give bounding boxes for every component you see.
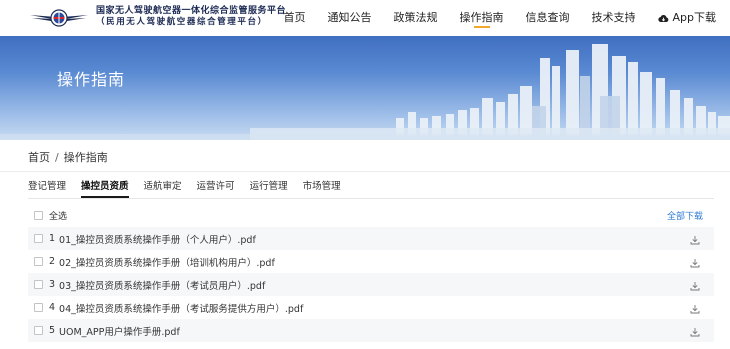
caac-logo-icon[interactable] [28,6,90,30]
file-number: 5 [49,325,56,336]
platform-title-line1: 国家无人驾驶航空器一体化综合监管服务平台 [96,6,287,16]
tabs-divider [28,198,714,199]
tab-market-management[interactable]: 市场管理 [303,180,341,198]
download-icon[interactable] [690,235,700,245]
nav-guide[interactable]: 操作指南 [460,0,504,36]
file-name[interactable]: 03_操控员资质系统操作手册（考试员用户）.pdf [59,278,265,292]
nav-notices[interactable]: 通知公告 [328,0,372,36]
file-name[interactable]: UOM_APP用户操作手册.pdf [59,324,180,338]
file-list: 1 01_操控员资质系统操作手册（个人用户）.pdf 2 02_操控员资质系统操… [28,227,714,342]
nav-info-query[interactable]: 信息查询 [526,0,570,36]
file-number: 3 [49,279,56,290]
platform-title[interactable]: 国家无人驾驶航空器一体化综合监管服务平台 （民用无人驾驶航空器综合管理平台） [96,6,286,28]
file-row: 5 UOM_APP用户操作手册.pdf [28,319,714,342]
file-checkbox[interactable] [34,280,43,289]
breadcrumb-separator: / [55,151,59,164]
nav-tech-support[interactable]: 技术支持 [592,0,636,36]
tab-airworthiness[interactable]: 适航审定 [144,180,182,198]
platform-title-line2: （民用无人驾驶航空器综合管理平台） [96,17,268,27]
file-number: 2 [49,256,56,267]
file-checkbox[interactable] [34,234,43,243]
breadcrumb: 首页 / 操作指南 [28,149,108,165]
tab-operator-qualification[interactable]: 操控员资质 [81,180,129,198]
tab-registration[interactable]: 登记管理 [28,180,66,198]
breadcrumb-home[interactable]: 首页 [28,151,50,164]
tab-operation-management[interactable]: 运行管理 [250,180,288,198]
download-icon[interactable] [690,327,700,337]
category-tabs: 登记管理 操控员资质 适航审定 运营许可 运行管理 市场管理 [28,180,356,198]
select-all-label[interactable]: 全选 [49,209,67,222]
nav-app-download[interactable]: App下载 [657,0,717,36]
file-row: 1 01_操控员资质系统操作手册（个人用户）.pdf [28,227,714,250]
file-name[interactable]: 04_操控员资质系统操作手册（考试服务提供方用户）.pdf [59,301,303,315]
download-icon[interactable] [690,304,700,314]
banner: 操作指南 [0,36,730,140]
tab-operation-license[interactable]: 运营许可 [197,180,235,198]
select-all-row: 全选 [34,209,67,222]
file-checkbox[interactable] [34,257,43,266]
divider [0,171,730,172]
file-row: 3 03_操控员资质系统操作手册（考试员用户）.pdf [28,273,714,296]
banner-title: 操作指南 [57,70,126,89]
file-name[interactable]: 02_操控员资质系统操作手册（培训机构用户）.pdf [59,255,275,269]
file-name[interactable]: 01_操控员资质系统操作手册（个人用户）.pdf [59,232,256,246]
download-icon[interactable] [690,258,700,268]
select-all-checkbox[interactable] [34,211,43,220]
download-icon[interactable] [690,281,700,291]
file-row: 4 04_操控员资质系统操作手册（考试服务提供方用户）.pdf [28,296,714,319]
app-download-label: App下载 [672,11,717,24]
cloud-download-icon [657,14,668,22]
nav-home[interactable]: 首页 [284,0,306,36]
file-number: 1 [49,233,56,244]
file-checkbox[interactable] [34,326,43,335]
breadcrumb-current: 操作指南 [63,151,108,164]
nav-policies[interactable]: 政策法规 [394,0,438,36]
file-row: 2 02_操控员资质系统操作手册（培训机构用户）.pdf [28,250,714,273]
file-checkbox[interactable] [34,303,43,312]
header: 国家无人驾驶航空器一体化综合监管服务平台 （民用无人驾驶航空器综合管理平台） 首… [0,0,730,36]
download-all-link[interactable]: 全部下载 [667,209,703,222]
top-nav: 首页 通知公告 政策法规 操作指南 信息查询 技术支持 App下载 [262,0,717,36]
file-number: 4 [49,302,56,313]
